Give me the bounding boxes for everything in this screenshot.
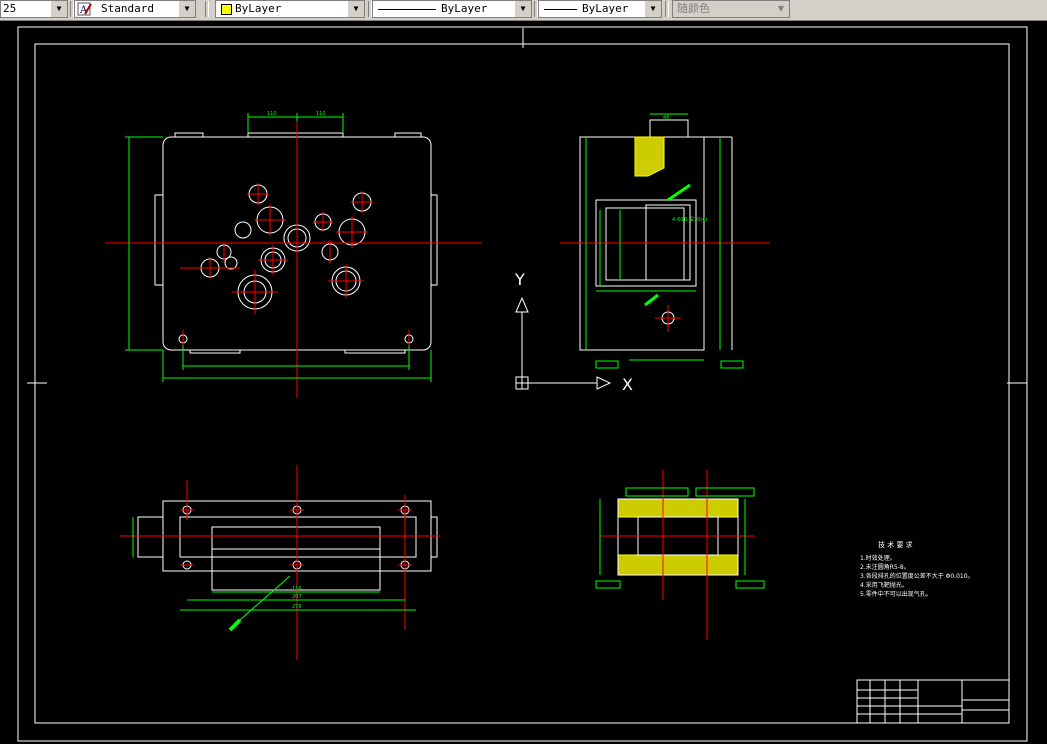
tech-requirements: 技 术 要 求 1.时效处理。 2.未注圆角R5-8。 3.各段排孔的位置度公差…: [860, 540, 974, 598]
text-style-icon: A: [77, 2, 92, 16]
lineweight-value: ByLayer: [582, 2, 629, 15]
drawing-canvas[interactable]: 110 110 48 4-Φ10 深10(4) Y X 116 207 276 …: [0, 21, 1047, 744]
dim-276: 276: [292, 604, 302, 610]
toolbar-separator: [665, 1, 669, 17]
chevron-down-icon[interactable]: ▼: [773, 1, 789, 17]
section-hatch-bottom: [617, 554, 739, 576]
note-holes: 4-Φ10 深10(4): [672, 216, 707, 223]
chevron-down-icon[interactable]: ▼: [51, 1, 67, 17]
tech-requirement-item: 4.采用飞靶抛光。: [860, 581, 908, 589]
ucs-y-label: Y: [514, 270, 525, 289]
color-swatch-icon: [221, 4, 232, 15]
scale-value: 25: [3, 2, 17, 15]
linetype-sample-icon: [378, 9, 436, 10]
front-view: 110 110: [105, 111, 482, 398]
text-style-combo[interactable]: A Standard ▼: [74, 0, 196, 18]
plotstyle-combo[interactable]: 随颜色 ▼: [672, 0, 790, 18]
chevron-down-icon[interactable]: ▼: [645, 1, 661, 17]
dim-116: 116: [292, 586, 302, 592]
section-view: [595, 470, 765, 640]
scale-combo[interactable]: 25 ▼: [0, 0, 68, 18]
ucs-icon: Y X: [514, 270, 633, 394]
chevron-down-icon[interactable]: ▼: [515, 1, 531, 17]
dim-207: 207: [292, 594, 302, 600]
section-hatch-top: [617, 498, 739, 518]
dim-110-right: 110: [316, 111, 326, 117]
tech-requirement-item: 3.各段排孔的位置度公差不大于 Φ0.010。: [860, 572, 974, 580]
linetype-combo[interactable]: ByLayer ▼: [372, 0, 532, 18]
tech-requirement-item: 5.零件中不可以出现气孔。: [860, 590, 932, 598]
tech-requirement-item: 2.未注圆角R5-8。: [860, 563, 910, 571]
color-value: ByLayer: [235, 2, 282, 15]
tech-requirements-title: 技 术 要 求: [878, 540, 913, 549]
dim-110-left: 110: [267, 111, 277, 117]
bottom-view: 116 207 276: [120, 465, 440, 660]
ucs-x-label: X: [622, 375, 633, 394]
title-block: [856, 679, 1010, 724]
toolbar-separator: [205, 1, 209, 17]
lineweight-sample-icon: [544, 9, 577, 10]
chevron-down-icon[interactable]: ▼: [348, 1, 364, 17]
linetype-value: ByLayer: [441, 2, 488, 15]
plotstyle-value: 随颜色: [677, 2, 710, 15]
lineweight-combo[interactable]: ByLayer ▼: [538, 0, 662, 18]
color-combo[interactable]: ByLayer ▼: [215, 0, 365, 18]
side-view: 48 4-Φ10 深10(4): [560, 113, 770, 369]
tech-requirement-item: 1.时效处理。: [860, 554, 896, 562]
section-hatch: [634, 136, 665, 177]
dim-48: 48: [663, 115, 669, 121]
chevron-down-icon[interactable]: ▼: [179, 1, 195, 17]
properties-toolbar: 25 ▼ A Standard ▼ ByLayer ▼ ByLayer ▼ By…: [0, 0, 1047, 21]
text-style-value: Standard: [101, 2, 154, 15]
crosshair-cursor: [27, 28, 1027, 384]
